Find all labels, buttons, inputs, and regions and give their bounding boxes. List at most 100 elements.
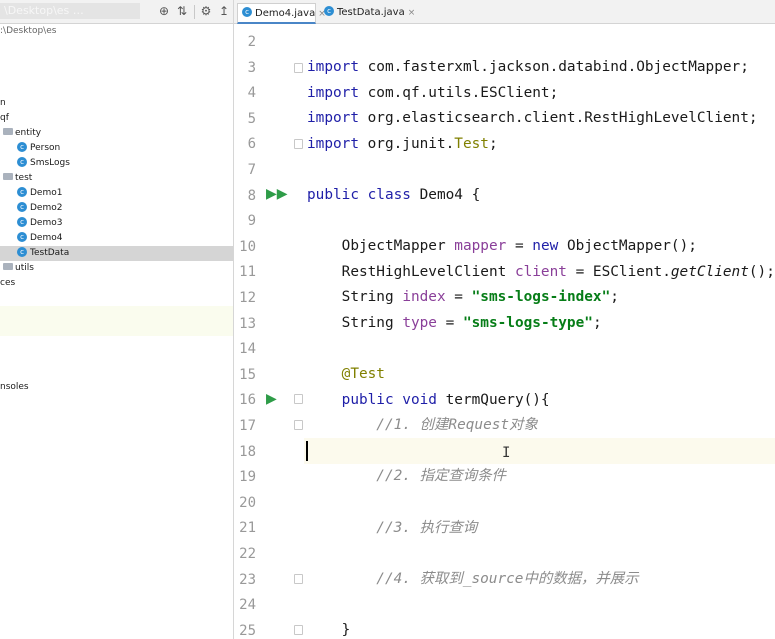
code-line-16: public void termQuery(){ <box>307 388 550 414</box>
code-text: ; <box>592 315 602 331</box>
tree-class-demo4[interactable]: c Demo4 <box>0 231 233 246</box>
code-line-4: import com.qf.utils.ESClient; <box>307 81 558 107</box>
code-text: = <box>436 315 463 331</box>
code-line-21: //3. 执行查询 <box>307 520 478 536</box>
tree-item-label: ces <box>0 278 16 288</box>
code-line-17: //1. 创建Request对象 <box>307 417 538 433</box>
project-panel-toolbar: \Desktop\es … ⊕ ⇅ ⚙ ↥ <box>0 0 233 24</box>
folder-icon <box>3 173 13 180</box>
code-text: com.qf.utils.ESClient; <box>358 85 559 101</box>
code-text: termQuery(){ <box>436 392 550 408</box>
project-tree: :\Desktop\es n qf entity c Person c SmsLog… <box>0 24 233 639</box>
target-icon[interactable]: ⊕ <box>156 3 172 19</box>
tab-label: Demo4.java <box>255 8 316 19</box>
code-line-12: String index = "sms-logs-index"; <box>307 285 619 311</box>
project-panel-title[interactable]: \Desktop\es … <box>0 3 140 19</box>
text-caret <box>306 441 308 461</box>
code-line-8: public class Demo4 { <box>307 183 480 209</box>
code-line-19: //2. 指定查询条件 <box>307 468 506 484</box>
tree-item-label: entity <box>15 128 42 138</box>
tree-class-demo3[interactable]: c Demo3 <box>0 216 233 231</box>
keyword: public class <box>307 187 411 203</box>
ibeam-cursor-icon: I <box>502 445 511 461</box>
code-text: com.fasterxml.jackson.databind.ObjectMap… <box>358 59 749 75</box>
tree-item-qf[interactable]: qf <box>0 111 233 126</box>
code-text: Demo4 { <box>410 187 481 203</box>
tree-folder-entity[interactable]: entity <box>0 126 233 141</box>
code-line-13: String type = "sms-logs-type"; <box>307 311 602 337</box>
tree-item-label: :\Desktop\es <box>0 26 57 36</box>
code-line-6: import org.junit.Test; <box>307 132 498 158</box>
string-literal: "sms-logs-type" <box>462 315 593 331</box>
class-icon: c <box>17 246 27 257</box>
method-name: getClient <box>670 264 749 280</box>
class-icon: c <box>17 141 27 152</box>
code-text: (); <box>748 264 775 280</box>
class-icon: c <box>17 216 27 227</box>
gear-icon[interactable]: ⚙ <box>198 3 214 19</box>
keyword: import <box>307 85 359 101</box>
tree-item-label: nsoles <box>0 382 29 392</box>
tree-item-consoles[interactable]: nsoles <box>0 380 233 395</box>
folder-icon <box>3 128 13 135</box>
class-icon: c <box>17 201 27 212</box>
tree-item-label: TestData <box>30 248 70 258</box>
tree-path[interactable]: :\Desktop\es <box>0 24 233 39</box>
code-text: = <box>445 289 472 305</box>
code-line-3: import com.fasterxml.jackson.databind.Ob… <box>307 55 749 81</box>
code-line-25: } <box>307 622 351 638</box>
tree-item-label: Demo1 <box>30 188 63 198</box>
tree-blank-row <box>0 306 233 321</box>
tree-item-label: Demo2 <box>30 203 63 213</box>
code-text: String <box>307 315 403 331</box>
code-editor[interactable]: 2 3 4 5 6 7 8 9 10 11 12 13 14 15 16 17 … <box>234 24 775 639</box>
tree-item-label: n <box>0 98 6 108</box>
tree-item-label: Demo3 <box>30 218 63 228</box>
code-text: ; <box>488 136 498 152</box>
tree-blank-row <box>0 321 233 336</box>
annotation-text: Test <box>454 136 489 152</box>
tree-item-label: Demo4 <box>30 233 63 243</box>
field-name: client <box>514 264 567 280</box>
class-icon: c <box>17 231 27 242</box>
folder-icon <box>3 263 13 270</box>
keyword: new <box>532 238 559 254</box>
toolbar-divider <box>194 5 195 19</box>
tree-item-label: utils <box>15 263 34 273</box>
tree-item-resources[interactable]: ces <box>0 276 233 291</box>
keyword: public void <box>341 392 437 408</box>
code-text: = ESClient. <box>566 264 671 280</box>
tree-class-demo2[interactable]: c Demo2 <box>0 201 233 216</box>
code-text: String <box>307 289 403 305</box>
code-text: org.elasticsearch.client.RestHighLevelCl… <box>358 110 758 126</box>
tree-folder-utils[interactable]: utils <box>0 261 233 276</box>
class-icon: c <box>324 6 334 16</box>
hide-icon[interactable]: ↥ <box>216 3 232 19</box>
code-line-11: RestHighLevelClient client = ESClient.ge… <box>307 260 775 286</box>
code-text: ; <box>610 289 619 305</box>
tree-class-smslogs[interactable]: c SmsLogs <box>0 156 233 171</box>
tree-item-label: Person <box>30 143 61 153</box>
tab-label: TestData.java <box>337 7 405 18</box>
keyword: import <box>307 110 359 126</box>
keyword: import <box>307 136 359 152</box>
tree-class-testdata[interactable]: c TestData <box>0 246 233 261</box>
tree-class-demo1[interactable]: c Demo1 <box>0 186 233 201</box>
tree-item-n[interactable]: n <box>0 96 233 111</box>
code-text: RestHighLevelClient <box>307 264 515 280</box>
collapse-icon[interactable]: ⇅ <box>174 3 190 19</box>
close-icon[interactable]: × <box>408 8 416 18</box>
class-icon: c <box>17 186 27 197</box>
code-text-area[interactable]: import com.fasterxml.jackson.databind.Ob… <box>234 24 775 639</box>
keyword: import <box>307 59 359 75</box>
class-icon: c <box>17 156 27 167</box>
tab-testdata-java[interactable]: c TestData.java × <box>320 3 415 24</box>
code-text: ObjectMapper(); <box>558 238 697 254</box>
tree-class-person[interactable]: c Person <box>0 141 233 156</box>
tab-demo4-java[interactable]: c Demo4.java × <box>237 3 326 24</box>
field-name: type <box>402 315 437 331</box>
project-tool-window: \Desktop\es … ⊕ ⇅ ⚙ ↥ :\Desktop\es n qf … <box>0 0 234 639</box>
tree-item-label: SmsLogs <box>30 158 70 168</box>
tree-folder-test[interactable]: test <box>0 171 233 186</box>
